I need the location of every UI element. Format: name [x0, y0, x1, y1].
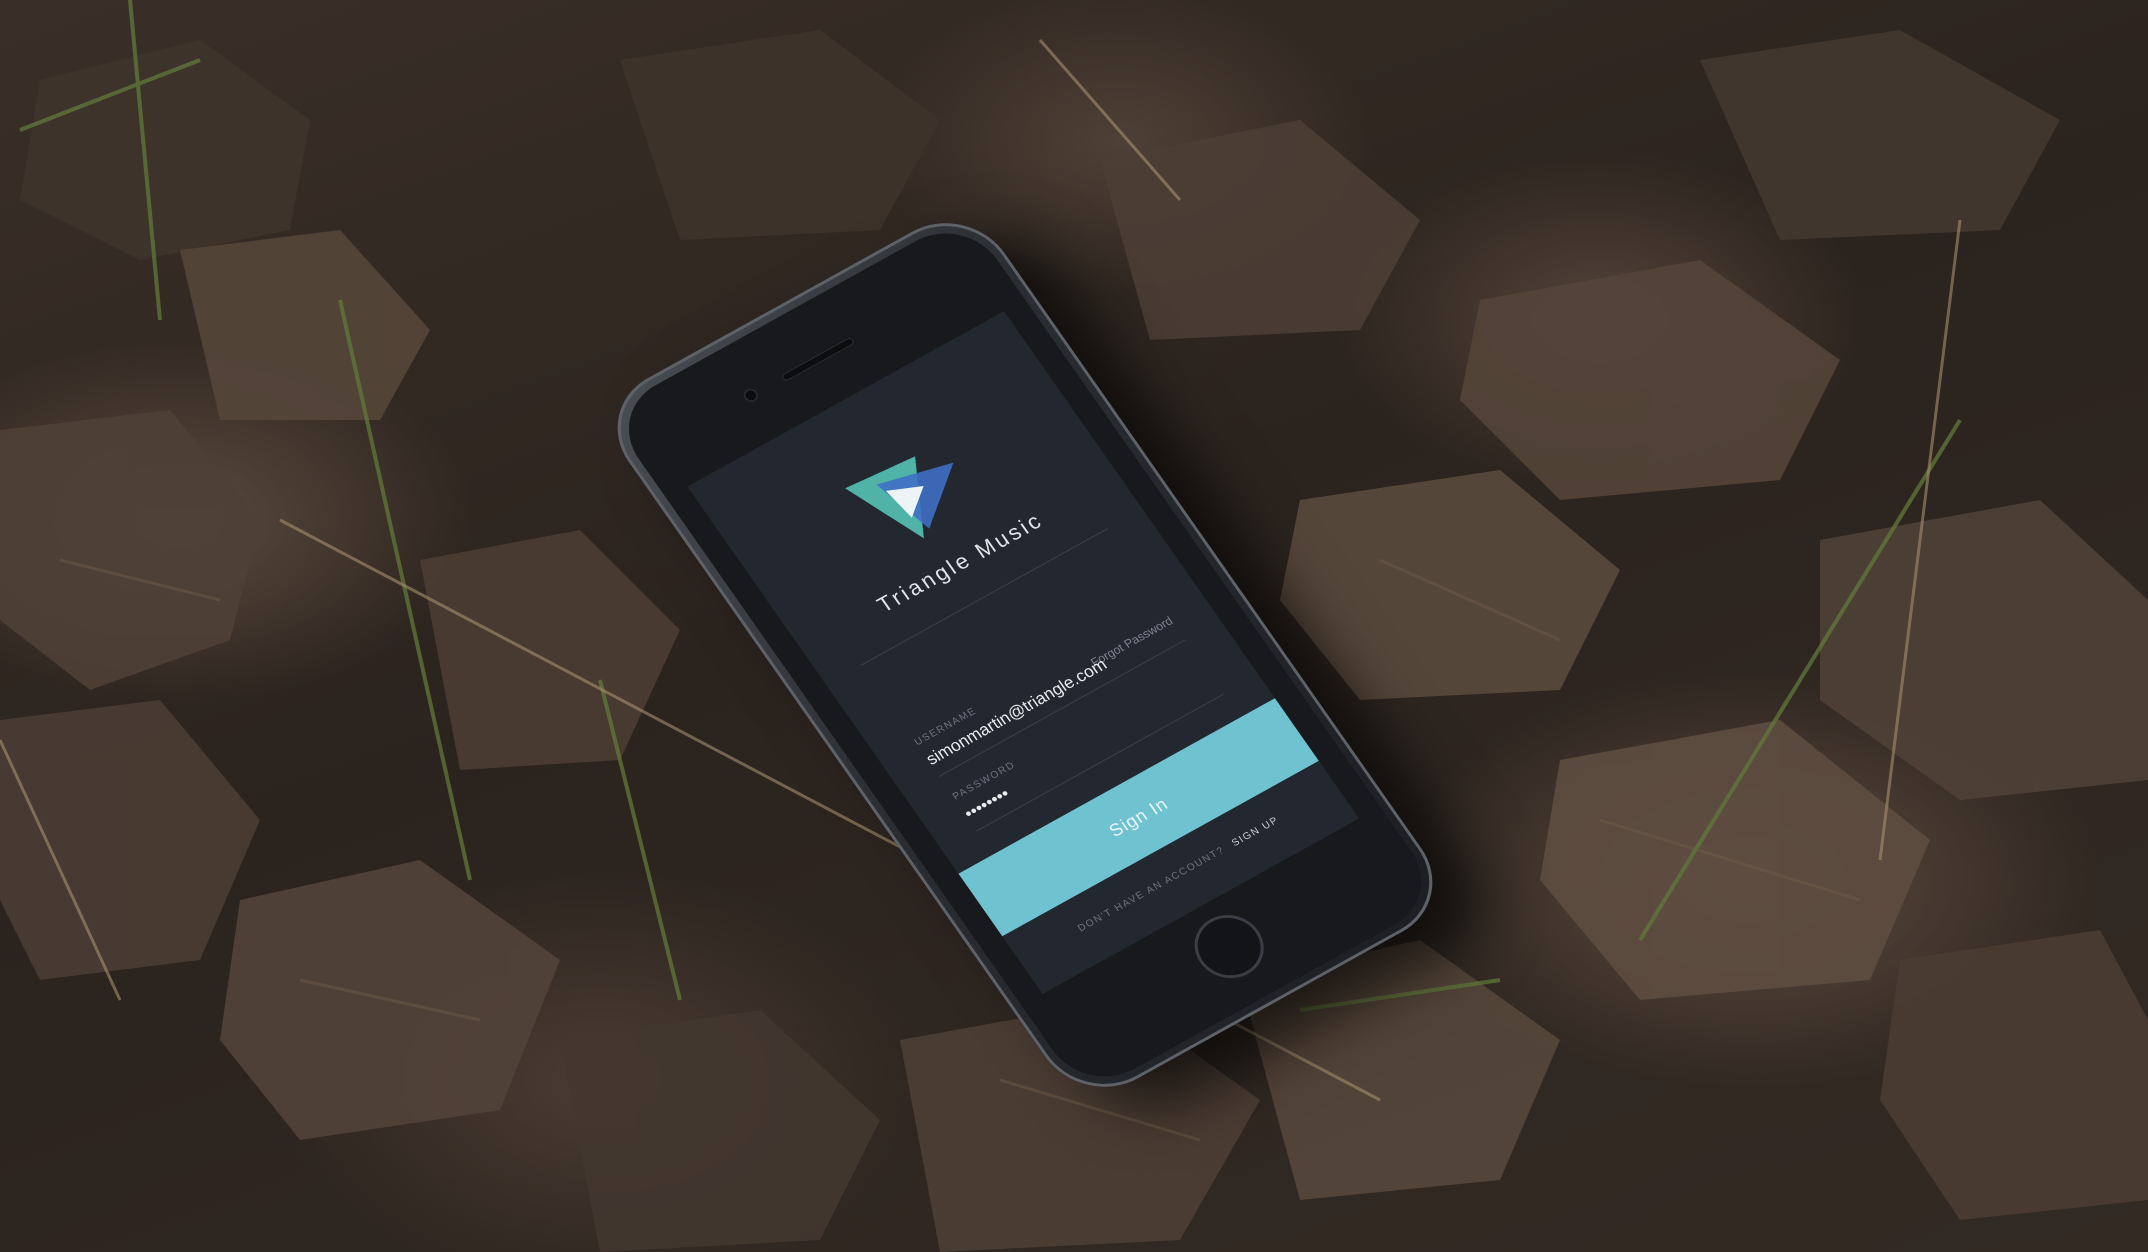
photo-scene: Triangle Music Forgot Password USERNAME …: [0, 0, 2148, 1252]
sign-up-link[interactable]: SIGN UP: [1230, 815, 1281, 849]
front-camera: [740, 386, 762, 405]
home-button[interactable]: [1181, 903, 1278, 990]
earpiece-speaker: [780, 336, 856, 382]
